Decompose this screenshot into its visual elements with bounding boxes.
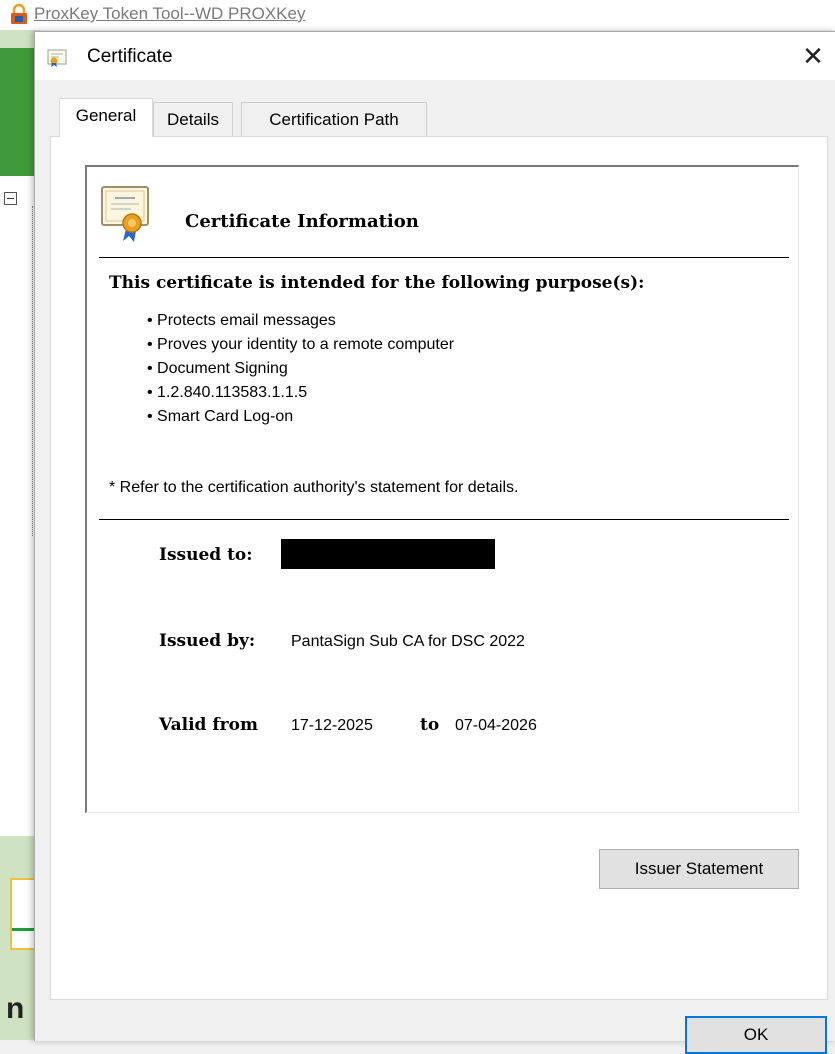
background-app-title: ProxKey Token Tool--WD PROXKey <box>34 4 306 23</box>
certificate-icon <box>47 49 67 67</box>
issued-to-redacted-value <box>281 539 495 569</box>
background-app-titlebar: ProxKey Token Tool--WD PROXKey <box>0 0 835 30</box>
certificate-info-heading: Certificate Information <box>185 211 419 232</box>
purpose-item: Document Signing <box>147 357 454 381</box>
issued-by-value: PantaSign Sub CA for DSC 2022 <box>291 633 525 650</box>
issuer-statement-button[interactable]: Issuer Statement <box>599 849 799 889</box>
dialog-titlebar: Certificate ✕ <box>35 32 835 80</box>
lock-app-icon <box>11 4 27 24</box>
valid-to-label: to <box>420 715 440 735</box>
purpose-list: Protects email messages Proves your iden… <box>147 309 454 429</box>
general-tab-panel: Certificate Information This certificate… <box>50 136 828 1000</box>
issued-to-label: Issued to: <box>159 545 253 565</box>
issued-by-label: Issued by: <box>159 631 256 651</box>
purpose-item: Protects email messages <box>147 309 454 333</box>
certificate-info-frame: Certificate Information This certificate… <box>85 165 799 813</box>
tab-general[interactable]: General <box>59 98 153 137</box>
dialog-title: Certificate <box>87 46 173 67</box>
valid-from-label: Valid from <box>159 715 258 735</box>
valid-from-value: 17-12-2025 <box>291 717 373 734</box>
purpose-item: Proves your identity to a remote compute… <box>147 333 454 357</box>
certificate-dialog: Certificate ✕ General Details Certificat… <box>34 31 835 1054</box>
tab-certification-path[interactable]: Certification Path <box>241 102 427 136</box>
certificate-ribbon-icon <box>101 186 149 242</box>
tree-dotted-line <box>32 206 33 536</box>
close-icon[interactable]: ✕ <box>790 32 835 80</box>
ok-button[interactable]: OK <box>685 1016 827 1054</box>
purpose-item: 1.2.840.113583.1.1.5 <box>147 381 454 405</box>
divider-bottom <box>99 519 789 520</box>
tab-details[interactable]: Details <box>153 102 233 136</box>
purpose-heading: This certificate is intended for the fol… <box>109 273 645 293</box>
purpose-item: Smart Card Log-on <box>147 405 454 429</box>
divider-top <box>99 257 789 258</box>
tree-collapse-icon[interactable] <box>4 192 17 205</box>
background-partial-text: n <box>6 992 25 1025</box>
valid-to-value: 07-04-2026 <box>455 717 537 734</box>
ca-statement-footnote: * Refer to the certification authority's… <box>109 479 519 496</box>
